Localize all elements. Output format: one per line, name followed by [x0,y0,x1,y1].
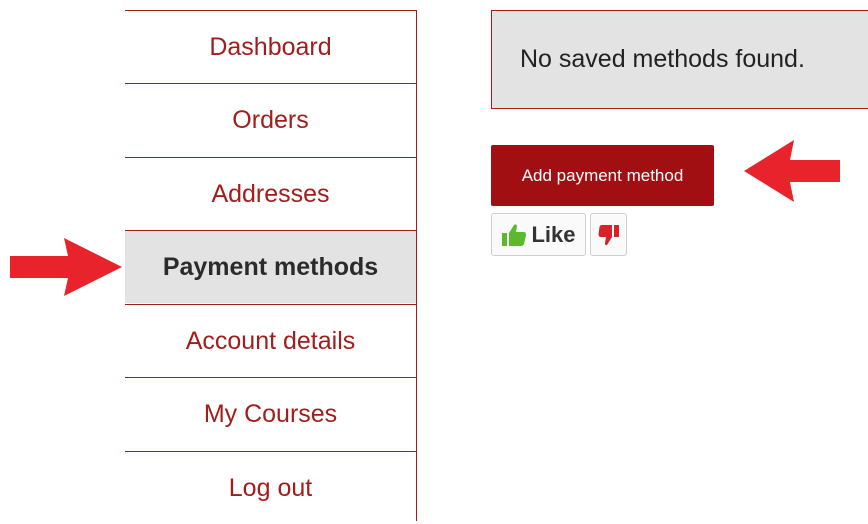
thumbs-up-icon [502,223,527,246]
annotation-arrow-right-icon [10,238,122,296]
thumbs-down-icon [598,224,619,245]
dislike-button[interactable] [590,213,627,256]
add-payment-method-button[interactable]: Add payment method [491,145,714,206]
nav-item-dashboard[interactable]: Dashboard [125,10,416,83]
like-button[interactable]: Like [491,213,586,256]
annotation-arrow-left-icon [744,140,840,202]
nav-item-log-out[interactable]: Log out [125,451,416,524]
no-methods-notice: No saved methods found. [491,10,868,109]
nav-item-addresses[interactable]: Addresses [125,157,416,230]
like-label: Like [531,221,576,247]
notice-text: No saved methods found. [520,45,805,73]
account-navigation: Dashboard Orders Addresses Payment metho… [125,10,417,521]
nav-item-account-details[interactable]: Account details [125,304,416,377]
nav-item-payment-methods[interactable]: Payment methods [125,230,416,303]
nav-item-my-courses[interactable]: My Courses [125,377,416,450]
nav-item-orders[interactable]: Orders [125,83,416,156]
